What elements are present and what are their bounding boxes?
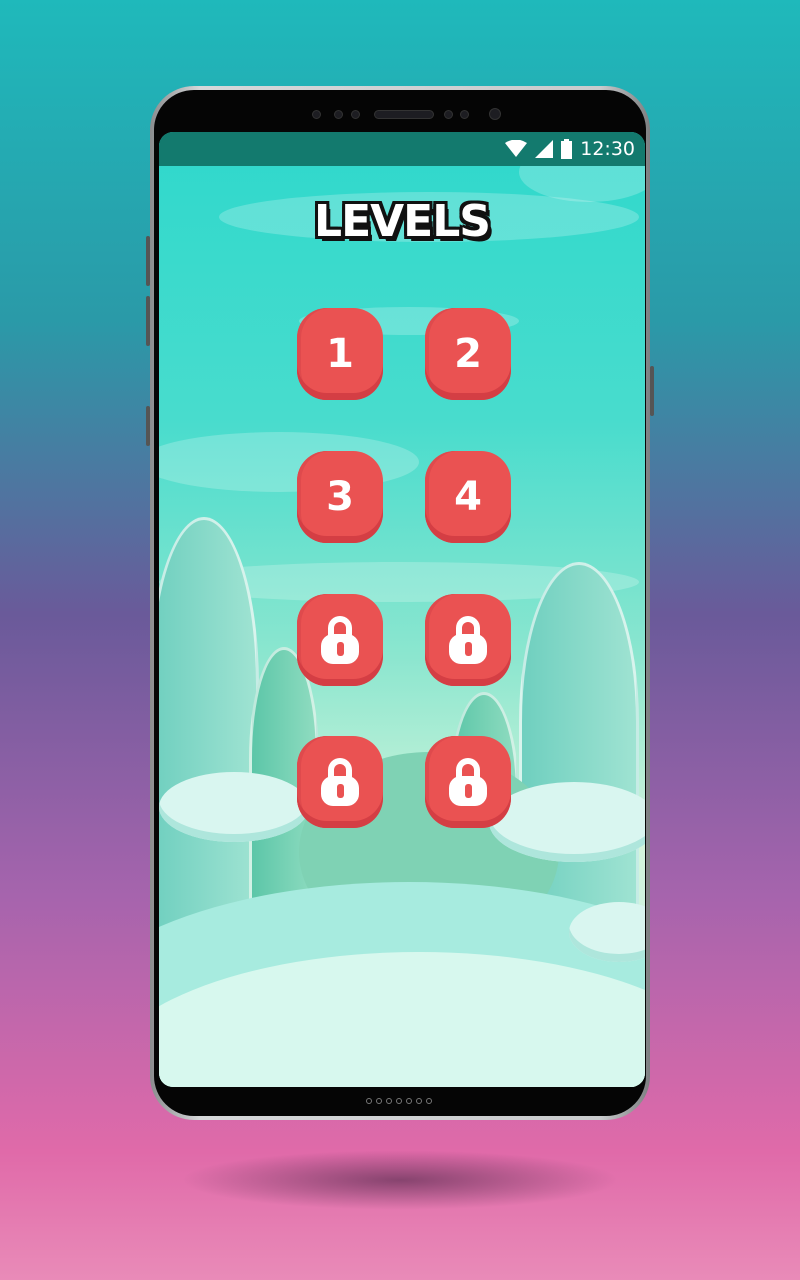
level-button-1[interactable]: 1 xyxy=(297,308,383,400)
tower-decoration xyxy=(159,517,259,937)
sensor-icon xyxy=(444,110,453,119)
home-indicator xyxy=(366,1098,432,1104)
assistant-button xyxy=(146,406,150,446)
lock-icon xyxy=(449,616,487,664)
status-time: 12:30 xyxy=(580,138,635,160)
sensor-icon xyxy=(351,110,360,119)
lock-icon xyxy=(321,758,359,806)
wifi-icon xyxy=(505,140,528,157)
sensor-icon xyxy=(460,110,469,119)
phone-frame: 12:30 LEVELS 1 2 3 4 xyxy=(146,86,654,1120)
tree-decoration xyxy=(489,782,645,862)
level-number: 1 xyxy=(326,331,354,377)
lock-icon xyxy=(321,616,359,664)
level-number: 4 xyxy=(454,474,482,520)
status-bar: 12:30 xyxy=(159,132,645,166)
front-camera-icon xyxy=(489,108,501,120)
level-button-4[interactable]: 4 xyxy=(425,451,511,543)
sensor-icon xyxy=(312,110,321,119)
page-title: LEVELS xyxy=(314,196,491,247)
power-button xyxy=(650,366,654,416)
level-button-3[interactable]: 3 xyxy=(297,451,383,543)
level-number: 3 xyxy=(326,474,354,520)
volume-up-button xyxy=(146,236,150,286)
level-button-locked[interactable] xyxy=(425,594,511,686)
level-button-locked[interactable] xyxy=(297,594,383,686)
earpiece-speaker xyxy=(374,110,434,119)
lock-icon xyxy=(449,758,487,806)
level-button-locked[interactable] xyxy=(297,736,383,828)
level-number: 2 xyxy=(454,331,482,377)
sensor-icon xyxy=(334,110,343,119)
level-button-locked[interactable] xyxy=(425,736,511,828)
tree-decoration xyxy=(159,772,309,842)
signal-icon xyxy=(535,140,554,158)
volume-down-button xyxy=(146,296,150,346)
phone-shadow xyxy=(180,1150,620,1210)
game-screen: 12:30 LEVELS 1 2 3 4 xyxy=(159,132,645,1087)
level-button-2[interactable]: 2 xyxy=(425,308,511,400)
battery-icon xyxy=(561,139,573,159)
